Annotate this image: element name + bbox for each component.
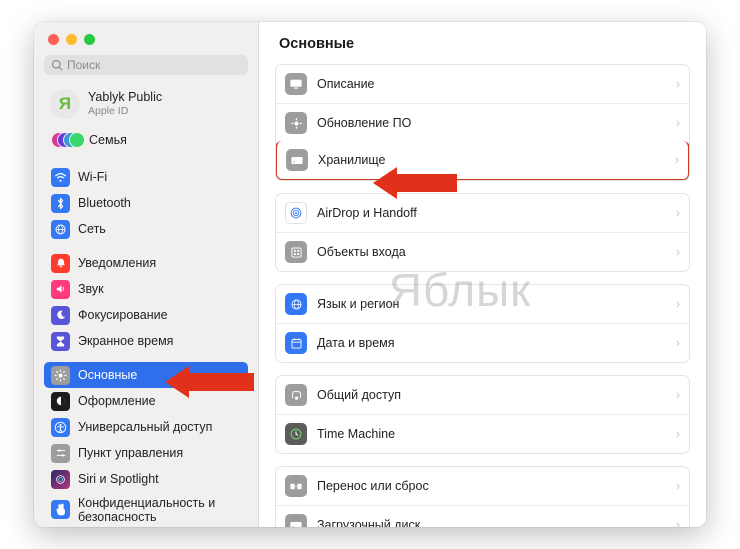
storage-icon xyxy=(286,149,308,171)
chevron-right-icon: › xyxy=(676,336,680,350)
sidebar-item-family[interactable]: Семья xyxy=(44,129,248,156)
account-sub: Apple ID xyxy=(88,105,162,118)
login-items-icon xyxy=(285,241,307,263)
chevron-right-icon: › xyxy=(676,245,680,259)
settings-group: Перенос или сброс › Загрузочный диск › xyxy=(275,466,690,527)
sidebar-item-bluetooth[interactable]: Bluetooth xyxy=(44,190,248,216)
row-timemachine[interactable]: Time Machine › xyxy=(276,414,689,453)
sharing-icon xyxy=(285,384,307,406)
datetime-icon xyxy=(285,332,307,354)
window-controls xyxy=(44,32,248,55)
search-icon xyxy=(51,59,63,71)
row-sharing[interactable]: Общий доступ › xyxy=(276,376,689,414)
globe-icon xyxy=(51,220,70,239)
chevron-right-icon: › xyxy=(676,479,680,493)
settings-group: Описание › Обновление ПО › Хранилище › xyxy=(275,64,690,181)
sidebar-item-privacy[interactable]: Конфиденциальность и безопасность xyxy=(44,492,248,527)
sidebar-item-network[interactable]: Сеть xyxy=(44,216,248,242)
annotation-arrow-general xyxy=(165,366,254,398)
close-icon[interactable] xyxy=(48,34,59,45)
sidebar-item-screentime[interactable]: Экранное время xyxy=(44,328,248,354)
sidebar-item-control-center[interactable]: Пункт управления xyxy=(44,440,248,466)
startup-icon xyxy=(285,514,307,527)
chevron-right-icon: › xyxy=(676,116,680,130)
settings-group: Язык и регион › Дата и время › xyxy=(275,284,690,363)
chevron-right-icon: › xyxy=(676,427,680,441)
account-name: Yablyk Public xyxy=(88,90,162,105)
transfer-icon xyxy=(285,475,307,497)
sidebar-item-notifications[interactable]: Уведомления xyxy=(44,250,248,276)
chevron-right-icon: › xyxy=(676,388,680,402)
row-software-update[interactable]: Обновление ПО › xyxy=(276,103,689,142)
settings-window: Поиск Я Yablyk Public Apple ID Семья xyxy=(34,22,706,527)
sidebar-item-sound[interactable]: Звук xyxy=(44,276,248,302)
accessibility-icon xyxy=(51,418,70,437)
row-transfer[interactable]: Перенос или сброс › xyxy=(276,467,689,505)
sidebar-item-accessibility[interactable]: Универсальный доступ xyxy=(44,414,248,440)
family-icon xyxy=(51,131,81,150)
sliders-icon xyxy=(51,444,70,463)
chevron-right-icon: › xyxy=(676,77,680,91)
hand-icon xyxy=(51,500,70,519)
main-panel: Основные Описание › Обновление ПО › xyxy=(259,22,706,527)
maximize-icon[interactable] xyxy=(84,34,95,45)
sidebar-list: Семья Wi-Fi Bluetooth Сеть xyxy=(44,129,248,527)
account-row[interactable]: Я Yablyk Public Apple ID xyxy=(44,85,248,129)
settings-group: AirDrop и Handoff › Объекты входа › xyxy=(275,193,690,272)
chevron-right-icon: › xyxy=(675,153,679,167)
row-datetime[interactable]: Дата и время › xyxy=(276,323,689,362)
chevron-right-icon: › xyxy=(676,518,680,527)
chevron-right-icon: › xyxy=(676,297,680,311)
sidebar: Поиск Я Yablyk Public Apple ID Семья xyxy=(34,22,259,527)
chevron-right-icon: › xyxy=(676,206,680,220)
update-icon xyxy=(285,112,307,134)
page-title: Основные xyxy=(279,36,690,52)
search-placeholder: Поиск xyxy=(67,58,100,72)
bell-icon xyxy=(51,254,70,273)
bluetooth-icon xyxy=(51,194,70,213)
row-language[interactable]: Язык и регион › xyxy=(276,285,689,323)
gear-icon xyxy=(51,366,70,385)
appearance-icon xyxy=(51,392,70,411)
about-icon xyxy=(285,73,307,95)
hourglass-icon xyxy=(51,332,70,351)
airdrop-icon xyxy=(285,202,307,224)
sidebar-item-wifi[interactable]: Wi-Fi xyxy=(44,164,248,190)
row-airdrop[interactable]: AirDrop и Handoff › xyxy=(276,194,689,232)
row-about[interactable]: Описание › xyxy=(276,65,689,103)
siri-icon xyxy=(51,470,70,489)
sidebar-item-focus[interactable]: Фокусирование xyxy=(44,302,248,328)
timemachine-icon xyxy=(285,423,307,445)
settings-group: Общий доступ › Time Machine › xyxy=(275,375,690,454)
avatar: Я xyxy=(50,89,80,119)
sidebar-item-siri[interactable]: Siri и Spotlight xyxy=(44,466,248,492)
minimize-icon[interactable] xyxy=(66,34,77,45)
language-icon xyxy=(285,293,307,315)
moon-icon xyxy=(51,306,70,325)
speaker-icon xyxy=(51,280,70,299)
search-input[interactable]: Поиск xyxy=(44,55,248,75)
row-storage[interactable]: Хранилище › xyxy=(275,141,690,181)
annotation-arrow-storage xyxy=(373,167,457,199)
row-startup-disk[interactable]: Загрузочный диск › xyxy=(276,505,689,527)
row-login-items[interactable]: Объекты входа › xyxy=(276,232,689,271)
wifi-icon xyxy=(51,168,70,187)
